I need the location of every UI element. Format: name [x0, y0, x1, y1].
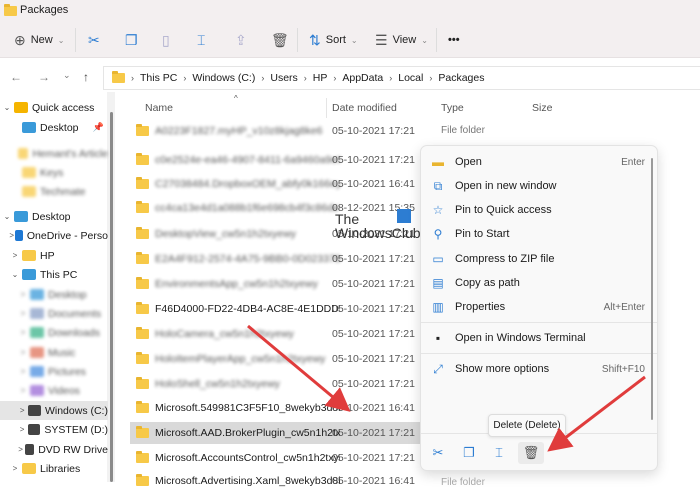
arrow-to-delete-button	[547, 375, 646, 452]
arrow-to-selected-file	[247, 324, 351, 412]
annotation-arrows	[247, 324, 646, 452]
